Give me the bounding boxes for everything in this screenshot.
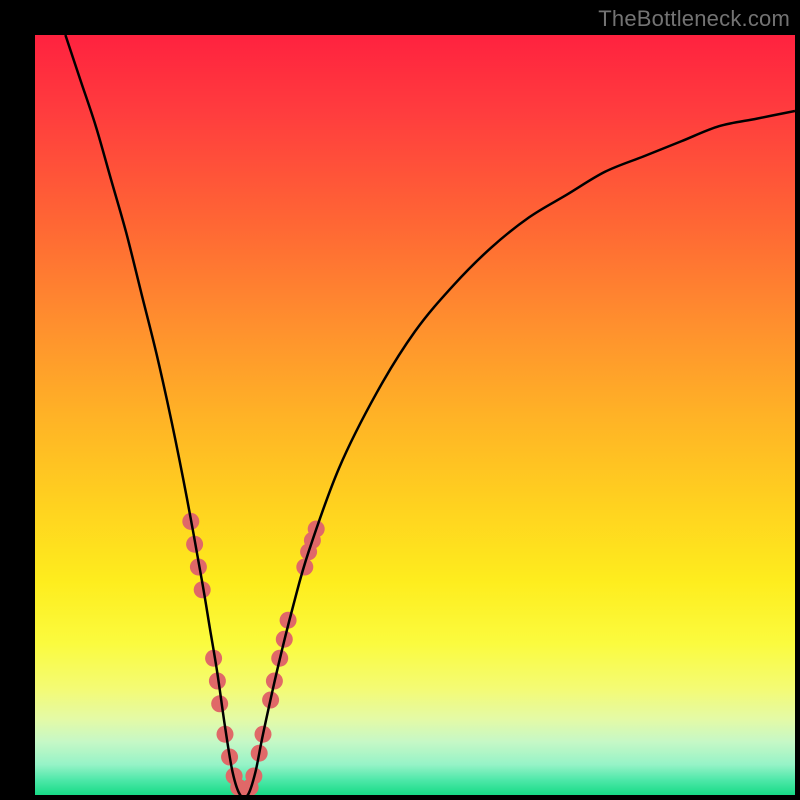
bottleneck-curve (65, 35, 795, 795)
chart-svg (35, 35, 795, 795)
scatter-markers (182, 513, 324, 795)
chart-frame: TheBottleneck.com (0, 0, 800, 800)
plot-area (35, 35, 795, 795)
watermark-text: TheBottleneck.com (598, 6, 790, 32)
